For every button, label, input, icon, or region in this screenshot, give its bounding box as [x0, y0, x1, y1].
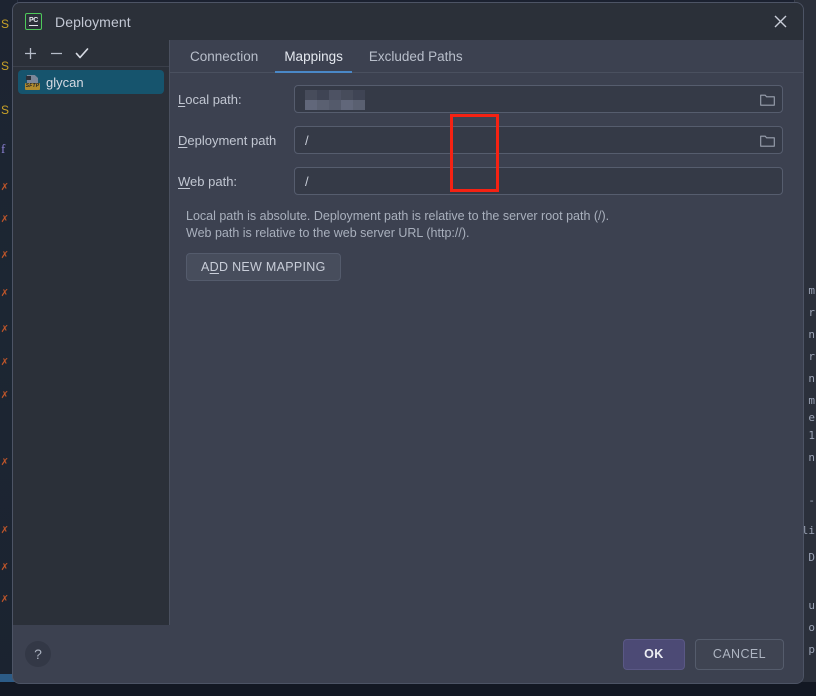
dialog-content: Connection Mappings Excluded Paths Local… [170, 40, 803, 625]
hint-line-2: Web path is relative to the web server U… [186, 226, 470, 240]
deployment-path-input[interactable]: / [294, 126, 783, 154]
folder-icon[interactable] [758, 131, 776, 149]
editor-text-fragment: m [808, 394, 815, 407]
editor-gutter-glyph: ✗ [1, 454, 9, 468]
editor-gutter-glyph: ✗ [1, 591, 9, 605]
redacted-value-block [305, 89, 367, 110]
web-path-label-mnemonic: W [178, 173, 191, 189]
server-list-sidebar: SFTP glycan [13, 40, 170, 625]
editor-gutter-glyph: ✗ [1, 247, 9, 261]
editor-gutter-glyph: f [1, 141, 6, 156]
editor-gutter-glyph: ✗ [1, 179, 9, 193]
add-new-mapping-suffix: D NEW MAPPING [218, 260, 326, 274]
sidebar-item-label: glycan [46, 74, 84, 90]
tab-bar: Connection Mappings Excluded Paths [170, 40, 803, 73]
editor-text-fragment: e [808, 411, 815, 424]
sidebar-item-glycan[interactable]: SFTP glycan [18, 70, 164, 94]
dialog-titlebar: PC Deployment [13, 3, 803, 40]
dialog-footer: ? OK CANCEL [13, 625, 803, 683]
editor-gutter-glyph: ✗ [1, 285, 9, 299]
deployment-dialog: PC Deployment SFTP glycan Connection Map… [12, 2, 804, 684]
pycharm-icon-bar [29, 24, 38, 27]
tab-connection[interactable]: Connection [177, 40, 271, 72]
web-path-row: Web path: / [178, 167, 783, 195]
check-icon[interactable] [69, 42, 95, 64]
editor-text-fragment: D [808, 551, 815, 564]
editor-gutter-glyph: S [1, 103, 10, 117]
editor-gutter-glyph: ✗ [1, 211, 9, 225]
editor-text-fragment: n [808, 328, 815, 341]
sftp-badge: SFTP [25, 82, 40, 90]
cancel-button[interactable]: CANCEL [694, 638, 784, 670]
editor-gutter-glyph: ✗ [1, 321, 9, 335]
close-icon[interactable] [761, 5, 799, 39]
editor-gutter-glyph: ✗ [1, 354, 9, 368]
editor-gutter-glyph: ✗ [1, 522, 9, 536]
ok-button[interactable]: OK [622, 638, 685, 670]
tab-mappings[interactable]: Mappings [271, 40, 356, 73]
deployment-path-label: Deployment path [178, 133, 294, 148]
folder-icon[interactable] [758, 90, 776, 108]
plus-icon[interactable] [17, 42, 43, 64]
editor-gutter-glyph: S [1, 59, 10, 73]
ide-status-bar [0, 682, 816, 696]
mappings-form: Local path: Deployment path / Web path: … [170, 73, 803, 625]
sidebar-toolbar [13, 40, 169, 67]
help-button[interactable]: ? [25, 641, 51, 667]
web-path-label-rest: eb path: [190, 173, 238, 189]
editor-gutter-glyph: S [1, 17, 10, 31]
pycharm-icon-text: PC [28, 16, 39, 24]
add-new-mapping-mnemonic: D [209, 260, 219, 274]
editor-text-fragment: r [808, 350, 815, 363]
web-path-value: / [305, 173, 309, 189]
editor-text-fragment: o [808, 621, 815, 634]
deployment-path-label-rest: eployment path [187, 132, 277, 148]
dialog-title: Deployment [55, 13, 131, 30]
deployment-path-row: Deployment path / [178, 126, 783, 154]
dialog-body: SFTP glycan Connection Mappings Excluded… [13, 40, 803, 625]
local-path-input[interactable] [294, 85, 783, 113]
mappings-hint-text: Local path is absolute. Deployment path … [186, 208, 783, 242]
editor-text-fragment: 1 [808, 429, 815, 442]
deployment-path-value: / [305, 132, 309, 148]
editor-text-fragment: p [808, 643, 815, 656]
editor-text-fragment: n [808, 372, 815, 385]
web-path-input[interactable]: / [294, 167, 783, 195]
tab-excluded-paths[interactable]: Excluded Paths [356, 40, 476, 72]
editor-text-fragment: m [808, 284, 815, 297]
hint-line-1: Local path is absolute. Deployment path … [186, 209, 610, 223]
pycharm-icon: PC [25, 13, 42, 30]
web-path-label: Web path: [178, 174, 294, 189]
editor-text-fragment: r [808, 306, 815, 319]
local-path-label: Local path: [178, 92, 294, 107]
local-path-label-rest: ocal path: [185, 91, 242, 107]
server-list: SFTP glycan [13, 67, 169, 625]
editor-gutter-glyph: ✗ [1, 559, 9, 573]
editor-text-fragment: - [808, 494, 815, 507]
add-new-mapping-button[interactable]: ADD NEW MAPPING [186, 253, 341, 281]
editor-text-fragment: n [808, 451, 815, 464]
add-new-mapping-prefix: A [201, 260, 210, 274]
local-path-row: Local path: [178, 85, 783, 113]
sftp-file-icon: SFTP [25, 74, 40, 90]
editor-gutter-glyph: ✗ [1, 387, 9, 401]
minus-icon[interactable] [43, 42, 69, 64]
editor-text-fragment: u [808, 599, 815, 612]
deployment-path-label-mnemonic: D [178, 132, 188, 148]
